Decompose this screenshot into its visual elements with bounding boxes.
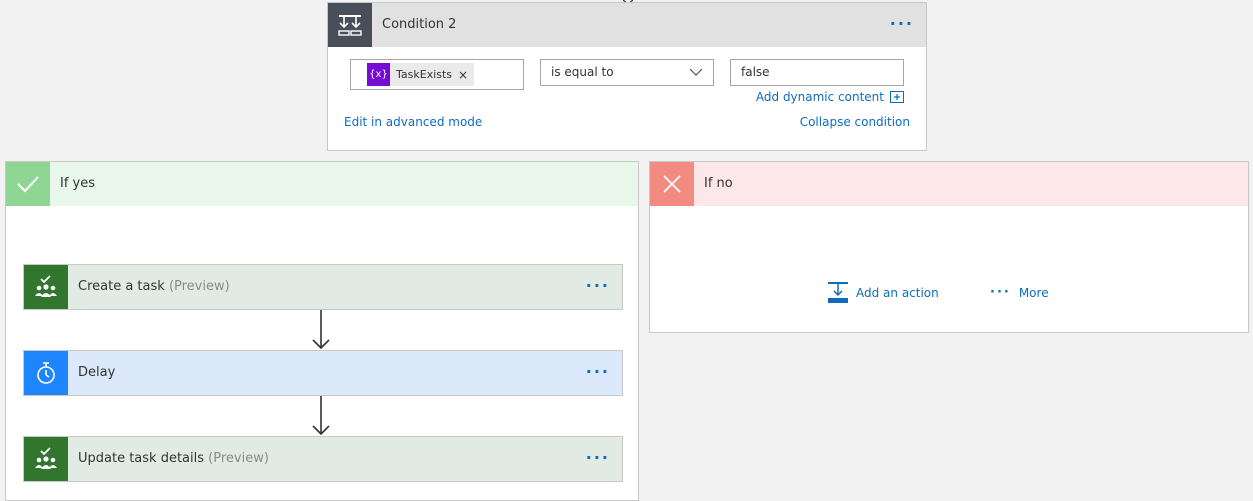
action-delay[interactable]: Delay ··· <box>23 350 623 396</box>
if-no-header: If no <box>650 162 1248 206</box>
close-icon <box>650 162 694 206</box>
more-label: More <box>1018 285 1049 300</box>
condition-value-input[interactable]: false <box>730 59 904 86</box>
condition-header[interactable]: Condition 2 ··· <box>328 3 926 47</box>
add-dynamic-content-label: Add dynamic content <box>755 90 884 104</box>
add-an-action-label: Add an action <box>856 286 939 300</box>
add-dynamic-content-icon <box>890 91 904 103</box>
chevron-down-icon <box>689 68 703 76</box>
action-label: Create a task (Preview) <box>78 279 230 294</box>
action-more-button[interactable]: ··· <box>586 437 610 481</box>
if-yes-header: If yes <box>6 162 638 206</box>
condition-card: Condition 2 ··· {x} TaskExists × is equa… <box>327 2 927 151</box>
add-action-icon <box>828 282 848 303</box>
stopwatch-icon <box>24 351 68 395</box>
if-yes-title: If yes <box>60 176 96 191</box>
if-yes-branch: If yes Create a task (Preview) ··· Delay <box>5 161 639 501</box>
token-remove-button[interactable]: × <box>458 68 474 82</box>
operator-select[interactable]: is equal to <box>540 59 714 86</box>
if-no-branch: If no Add an action ··· More <box>649 161 1249 333</box>
action-create-task[interactable]: Create a task (Preview) ··· <box>23 264 623 310</box>
more-dots-icon: ··· <box>990 285 1011 300</box>
checkmark-icon <box>6 162 50 206</box>
dynamic-token[interactable]: {x} TaskExists × <box>367 63 475 86</box>
condition-more-button[interactable]: ··· <box>890 3 914 47</box>
condition-title: Condition 2 <box>382 17 457 32</box>
action-update-task-details[interactable]: Update task details (Preview) ··· <box>23 436 623 482</box>
edit-advanced-mode-link[interactable]: Edit in advanced mode <box>344 115 482 129</box>
more-button[interactable]: ··· More <box>990 285 1049 300</box>
condition-operand-field[interactable]: {x} TaskExists × <box>350 59 524 90</box>
condition-icon <box>328 3 372 47</box>
arrow-down-icon <box>312 310 330 350</box>
action-more-button[interactable]: ··· <box>586 265 610 309</box>
token-label: TaskExists <box>396 68 453 81</box>
if-no-title: If no <box>704 176 733 191</box>
action-label: Delay <box>78 365 116 380</box>
planner-icon <box>24 265 68 309</box>
arrow-down-icon <box>312 396 330 436</box>
action-more-button[interactable]: ··· <box>586 351 610 395</box>
planner-icon <box>24 437 68 481</box>
collapse-condition-link[interactable]: Collapse condition <box>800 115 910 129</box>
add-an-action-button[interactable]: Add an action <box>828 282 939 304</box>
variable-icon: {x} <box>367 63 390 86</box>
action-label: Update task details (Preview) <box>78 451 269 466</box>
add-dynamic-content-link[interactable]: Add dynamic content <box>756 90 904 104</box>
operator-selected-value: is equal to <box>551 65 614 79</box>
